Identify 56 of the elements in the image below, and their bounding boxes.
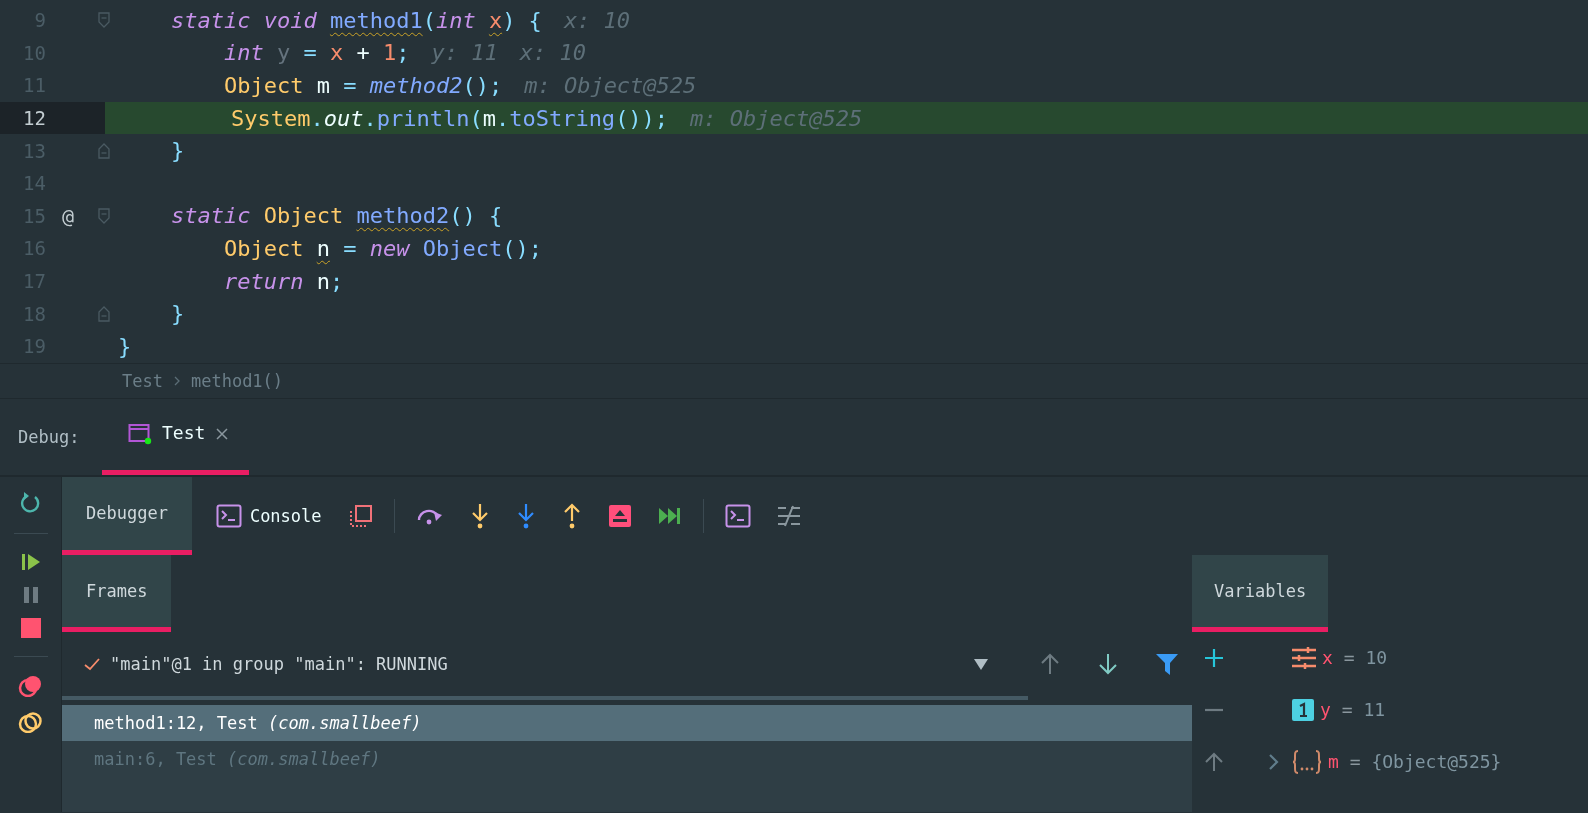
- breadcrumb[interactable]: Test: [122, 370, 163, 391]
- code-line: }: [118, 333, 132, 359]
- panel-label: Debug:: [17, 426, 81, 447]
- inline-value-hint: y: 11: [431, 40, 498, 66]
- stack-frame-row[interactable]: method1:12, Test (com.smallbeef): [62, 704, 1192, 741]
- terminal-icon[interactable]: [724, 503, 751, 528]
- layout-icon[interactable]: [348, 503, 373, 528]
- down-arrow-icon[interactable]: [1098, 652, 1118, 675]
- breakpoints-icon[interactable]: [17, 674, 44, 697]
- code-line: Object m = method2();: [222, 73, 503, 98]
- terminal-icon: [215, 503, 242, 528]
- braces-icon: [1292, 749, 1322, 774]
- window-icon: [128, 423, 152, 446]
- panel-tab[interactable]: Variables: [1192, 554, 1329, 632]
- pause-icon[interactable]: [22, 585, 39, 604]
- plus-icon[interactable]: [1204, 647, 1224, 668]
- inline-value-hint: m: Object@525: [524, 73, 697, 98]
- variable-entry[interactable]: m = {Object@525}: [1328, 751, 1502, 773]
- lines-icon[interactable]: [776, 504, 801, 527]
- view-tab[interactable]: Debugger: [62, 476, 192, 555]
- console-tab[interactable]: Console: [191, 503, 336, 528]
- chevron-icon[interactable]: [1268, 752, 1280, 771]
- breadcrumb[interactable]: method1(): [190, 370, 284, 391]
- down-arrow-icon[interactable]: [469, 502, 490, 529]
- filter-icon[interactable]: [1156, 652, 1178, 675]
- variable-entry[interactable]: y = 11: [1320, 699, 1386, 721]
- inline-value-hint: x: 10: [563, 7, 631, 33]
- number-icon: [1292, 698, 1314, 721]
- check-icon: [84, 656, 100, 671]
- sliders-icon: [1292, 646, 1316, 669]
- code-line: }: [169, 301, 185, 327]
- chevron-icon: [172, 374, 181, 387]
- line-number: 12: [0, 101, 105, 135]
- inline-value-hint: x: 10: [519, 40, 586, 66]
- circular-arrow-icon[interactable]: [19, 490, 42, 515]
- panel-tab[interactable]: Frames: [62, 554, 172, 632]
- code-line: int y = x + 1;: [222, 40, 410, 66]
- gutter-mark: @: [62, 203, 75, 228]
- thread-selector[interactable]: "main"@1 in group "main": RUNNING: [110, 653, 964, 674]
- resume-icon[interactable]: [20, 551, 41, 572]
- code-line: return n;: [222, 268, 344, 294]
- fast-forward-icon[interactable]: [657, 505, 682, 526]
- down-arrow-icon[interactable]: [515, 502, 536, 529]
- code-line: static void method1(int x) {: [169, 7, 542, 33]
- code-line: System.out.println(m.toString());: [229, 105, 669, 131]
- mute-breakpoints-icon[interactable]: [17, 710, 44, 733]
- inline-value-hint: m: Object@525: [690, 105, 863, 131]
- dropdown-triangle-icon[interactable]: [974, 657, 988, 670]
- code-line: static Object method2() {: [169, 203, 503, 229]
- code-line: }: [169, 138, 185, 164]
- close-icon[interactable]: [215, 427, 230, 442]
- stop-icon[interactable]: [20, 617, 41, 638]
- variable-entry[interactable]: x = 10: [1322, 647, 1388, 669]
- frame-up-icon[interactable]: [607, 503, 632, 528]
- code-line: Object n = new Object();: [222, 235, 542, 261]
- horizontal-scrollbar[interactable]: [62, 695, 1028, 700]
